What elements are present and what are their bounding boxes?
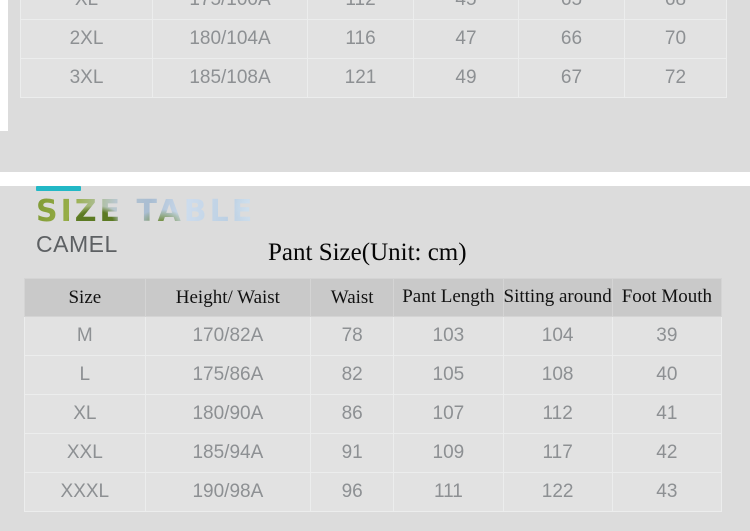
cell-waist: 78 bbox=[310, 316, 395, 356]
cell-shoulder: 49 bbox=[413, 58, 519, 98]
cell-height-waist: 185/94A bbox=[144, 433, 312, 473]
cell-size: 2XL bbox=[20, 19, 153, 59]
cell-sitting-around: 112 bbox=[502, 394, 613, 434]
table-row: 3XL 185/108A 121 49 67 72 bbox=[20, 58, 727, 98]
size-table-wordmark: SIZE TABLE bbox=[36, 197, 456, 227]
column-header-height-waist-label: Height/ Waist bbox=[175, 286, 280, 308]
pant-size-table: Size Height/ Waist Waist Pant Length Sit… bbox=[24, 278, 723, 512]
table-header-row: Size Height/ Waist Waist Pant Length Sit… bbox=[24, 278, 723, 317]
column-header-waist: Waist bbox=[310, 278, 395, 317]
cell-sitting-around: 122 bbox=[502, 472, 613, 512]
cell-waist: 96 bbox=[310, 472, 395, 512]
column-header-foot-mouth-label: Foot Mouth bbox=[621, 285, 712, 307]
cell-sitting-around: 104 bbox=[502, 316, 613, 356]
cell-size: 3XL bbox=[20, 58, 153, 98]
cell-bust: 112 bbox=[307, 0, 414, 20]
column-header-size-label: Size bbox=[68, 286, 102, 308]
pant-size-table-body: M 170/82A 78 103 104 39 L 175/86A 82 105… bbox=[24, 316, 723, 512]
table-row: XL 175/100A 112 45 65 68 bbox=[20, 0, 727, 20]
cell-height-bust: 180/104A bbox=[152, 19, 308, 59]
column-header-size: Size bbox=[24, 278, 146, 317]
cell-waist: 82 bbox=[310, 355, 395, 395]
cell-pant-length: 111 bbox=[393, 472, 504, 512]
cell-length: 72 bbox=[624, 58, 727, 98]
column-header-height-waist: Height/ Waist bbox=[144, 278, 312, 317]
column-header-foot-mouth: Foot Mouth bbox=[611, 278, 723, 317]
cell-foot-mouth: 42 bbox=[611, 433, 723, 473]
cell-shoulder: 47 bbox=[413, 19, 519, 59]
pant-size-table-head: Size Height/ Waist Waist Pant Length Sit… bbox=[24, 278, 723, 317]
left-margin-strip bbox=[0, 0, 8, 131]
cell-sleeve: 65 bbox=[518, 0, 625, 20]
cell-size: M bbox=[24, 316, 146, 356]
cell-pant-length: 103 bbox=[393, 316, 504, 356]
cell-height-waist: 180/90A bbox=[144, 394, 312, 434]
cell-sleeve: 67 bbox=[518, 58, 625, 98]
column-header-sitting-around: Sitting around bbox=[502, 278, 613, 317]
cell-size: XL bbox=[20, 0, 153, 20]
cell-waist: 91 bbox=[310, 433, 395, 473]
table-row: XXL 185/94A 91 109 117 42 bbox=[24, 433, 723, 473]
shirt-size-table-body: XL 175/100A 112 45 65 68 2XL 180/104A 11… bbox=[20, 0, 727, 98]
cell-shoulder: 45 bbox=[413, 0, 519, 20]
pant-size-title: Pant Size(Unit: cm) bbox=[268, 239, 467, 266]
cell-waist: 86 bbox=[310, 394, 395, 434]
shirt-size-table: XL 175/100A 112 45 65 68 2XL 180/104A 11… bbox=[20, 0, 727, 98]
table-row: XL 180/90A 86 107 112 41 bbox=[24, 394, 723, 434]
table-row: 2XL 180/104A 116 47 66 70 bbox=[20, 19, 727, 59]
column-header-pant-length: Pant Length bbox=[393, 278, 504, 317]
cell-height-bust: 175/100A bbox=[152, 0, 308, 20]
cell-foot-mouth: 43 bbox=[611, 472, 723, 512]
cell-pant-length: 105 bbox=[393, 355, 504, 395]
cell-pant-length: 107 bbox=[393, 394, 504, 434]
cell-height-waist: 190/98A bbox=[144, 472, 312, 512]
cell-size: XXL bbox=[24, 433, 146, 473]
cell-height-waist: 170/82A bbox=[144, 316, 312, 356]
cell-height-waist: 175/86A bbox=[144, 355, 312, 395]
cell-size: XXXL bbox=[24, 472, 146, 512]
cell-bust: 121 bbox=[307, 58, 414, 98]
column-header-pant-length-label: Pant Length bbox=[402, 285, 495, 307]
table-row: L 175/86A 82 105 108 40 bbox=[24, 355, 723, 395]
cell-sleeve: 66 bbox=[518, 19, 625, 59]
cell-size: XL bbox=[24, 394, 146, 434]
table-row: XXXL 190/98A 96 111 122 43 bbox=[24, 472, 723, 512]
cell-height-bust: 185/108A bbox=[152, 58, 308, 98]
column-header-waist-label: Waist bbox=[330, 286, 374, 308]
cell-foot-mouth: 41 bbox=[611, 394, 723, 434]
cell-length: 70 bbox=[624, 19, 727, 59]
section-separator bbox=[0, 172, 750, 186]
cell-length: 68 bbox=[624, 0, 727, 20]
cell-pant-length: 109 bbox=[393, 433, 504, 473]
cell-foot-mouth: 40 bbox=[611, 355, 723, 395]
cell-bust: 116 bbox=[307, 19, 414, 59]
table-row: M 170/82A 78 103 104 39 bbox=[24, 316, 723, 356]
cell-size: L bbox=[24, 355, 146, 395]
cell-sitting-around: 108 bbox=[502, 355, 613, 395]
column-header-sitting-around-label: Sitting around bbox=[503, 285, 612, 307]
accent-bar bbox=[36, 186, 81, 191]
cell-foot-mouth: 39 bbox=[611, 316, 723, 356]
cell-sitting-around: 117 bbox=[502, 433, 613, 473]
size-chart-page: XL 175/100A 112 45 65 68 2XL 180/104A 11… bbox=[0, 0, 750, 531]
